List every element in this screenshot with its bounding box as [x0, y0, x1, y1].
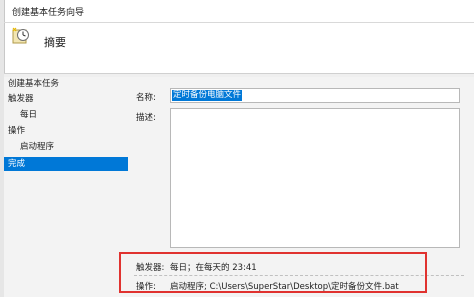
- step-create-basic-task[interactable]: 创建基本任务: [4, 77, 128, 91]
- page-title: 摘要: [44, 36, 66, 49]
- name-label: 名称:: [136, 93, 156, 103]
- wizard-header: 摘要: [6, 23, 474, 73]
- clock-task-icon: [12, 27, 32, 45]
- name-value: 定时备份电脑文件: [172, 90, 243, 101]
- step-daily[interactable]: 每日: [4, 108, 140, 122]
- window-title: 创建基本任务向导: [12, 8, 85, 18]
- step-start-program[interactable]: 启动程序: [4, 140, 140, 154]
- title-bar[interactable]: 创建基本任务向导: [6, 0, 474, 22]
- red-highlight-box: [119, 252, 427, 293]
- step-action[interactable]: 操作: [4, 124, 128, 138]
- description-label: 描述:: [136, 113, 156, 123]
- step-finish[interactable]: 完成: [4, 157, 128, 171]
- wizard-steps-nav: 创建基本任务 触发器 每日 操作 启动程序 完成: [4, 77, 128, 297]
- step-trigger[interactable]: 触发器: [4, 92, 128, 106]
- description-field[interactable]: [170, 108, 460, 248]
- name-field[interactable]: 定时备份电脑文件: [170, 88, 460, 103]
